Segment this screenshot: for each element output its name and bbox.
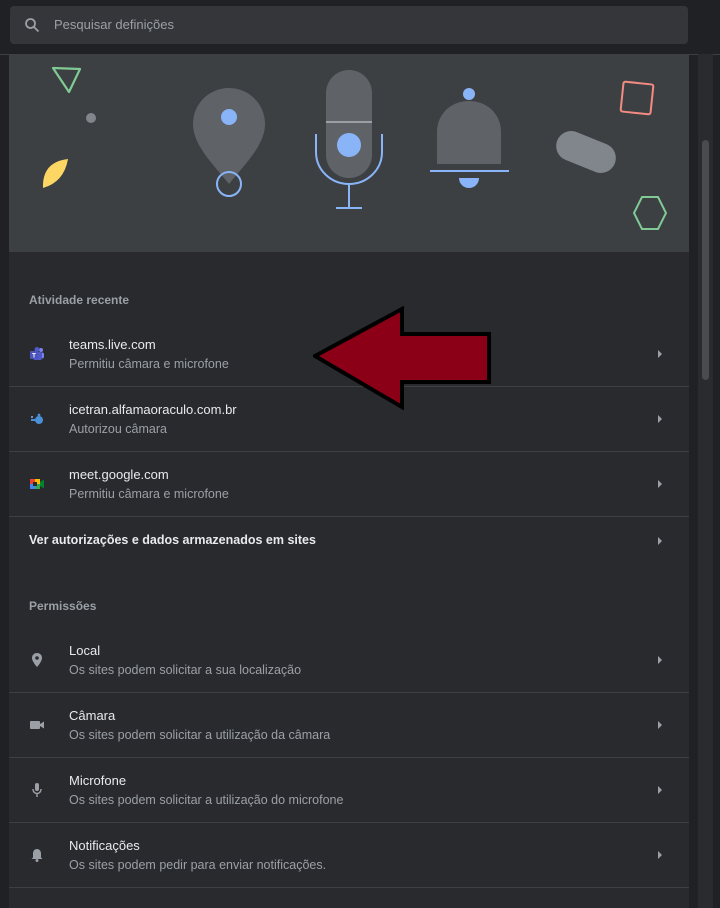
search-box[interactable]: Pesquisar definições bbox=[10, 6, 688, 44]
chevron-right-icon bbox=[658, 786, 662, 794]
view-all-site-data-link[interactable]: Ver autorizações e dados armazenados em … bbox=[9, 517, 689, 565]
permission-item-title: Local bbox=[69, 643, 101, 658]
top-bar: Pesquisar definições bbox=[0, 0, 720, 55]
permission-item-title: Câmara bbox=[69, 708, 116, 723]
recent-item-meet[interactable]: meet.google.com Permitiu câmara e microf… bbox=[9, 452, 689, 517]
meet-icon bbox=[30, 479, 44, 489]
scrollbar-thumb[interactable] bbox=[702, 140, 709, 380]
recent-item-title: meet.google.com bbox=[69, 467, 169, 482]
permission-item-camera[interactable]: Câmara Os sites podem solicitar a utiliz… bbox=[9, 693, 689, 758]
chevron-right-icon bbox=[658, 537, 662, 545]
permission-item-title: Microfone bbox=[69, 773, 127, 788]
section-heading-recent: Atividade recente bbox=[29, 293, 130, 307]
recent-item-subtitle: Permitiu câmara e microfone bbox=[69, 487, 229, 501]
annotation-arrow bbox=[313, 306, 491, 410]
search-input[interactable]: Pesquisar definições bbox=[54, 16, 654, 34]
search-icon bbox=[25, 18, 40, 33]
permission-item-location[interactable]: Local Os sites podem solicitar a sua loc… bbox=[9, 628, 689, 693]
location-icon bbox=[32, 653, 42, 667]
chevron-right-icon bbox=[658, 350, 662, 358]
microphone-icon bbox=[32, 783, 42, 797]
permission-item-subtitle: Os sites podem solicitar a sua localizaç… bbox=[69, 663, 302, 677]
permission-item-subtitle: Os sites podem solicitar a utilização da… bbox=[69, 728, 331, 742]
permission-item-notifications[interactable]: Notificações Os sites podem pedir para e… bbox=[9, 823, 689, 888]
chevron-right-icon bbox=[658, 851, 662, 859]
teams-icon: T bbox=[30, 347, 44, 360]
camera-icon bbox=[30, 721, 44, 729]
site-favicon bbox=[31, 413, 43, 424]
chevron-right-icon bbox=[658, 721, 662, 729]
permission-item-title: Notificações bbox=[69, 838, 140, 853]
chevron-right-icon bbox=[658, 415, 662, 423]
recent-item-title: icetran.alfamaoraculo.com.br bbox=[69, 402, 237, 417]
section-heading-permissions: Permissões bbox=[29, 599, 97, 613]
bell-icon bbox=[31, 849, 43, 862]
chevron-right-icon bbox=[658, 656, 662, 664]
svg-text:T: T bbox=[32, 353, 36, 360]
recent-item-subtitle: Permitiu câmara e microfone bbox=[69, 357, 229, 371]
recent-item-subtitle: Autorizou câmara bbox=[69, 422, 167, 436]
chevron-right-icon bbox=[658, 480, 662, 488]
dot-shape bbox=[86, 113, 96, 123]
recent-item-title: teams.live.com bbox=[69, 337, 156, 352]
permission-item-microphone[interactable]: Microfone Os sites podem solicitar a uti… bbox=[9, 758, 689, 823]
permission-item-subtitle: Os sites podem pedir para enviar notific… bbox=[69, 858, 327, 872]
view-all-site-data-label: Ver autorizações e dados armazenados em … bbox=[29, 533, 316, 547]
permission-item-subtitle: Os sites podem solicitar a utilização do… bbox=[69, 793, 344, 807]
permissions-illustration bbox=[9, 54, 689, 252]
site-settings-card: Atividade recente T teams.live.com Permi… bbox=[9, 54, 689, 908]
